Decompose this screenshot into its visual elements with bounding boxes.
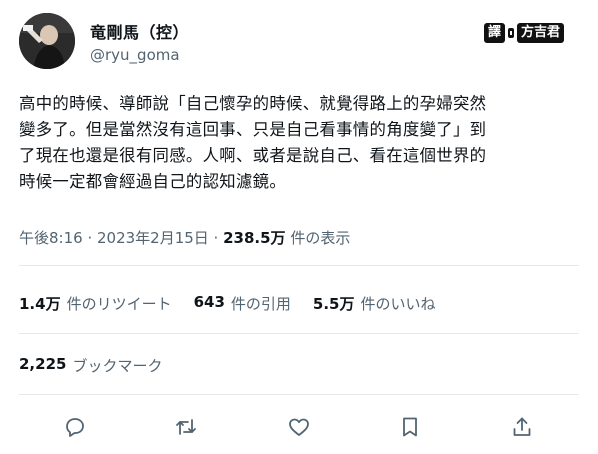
bookmarks-stat[interactable]: 2,225 ブックマーク	[19, 355, 162, 376]
likes-count: 5.5万	[312, 295, 355, 313]
like-button[interactable]	[286, 414, 312, 440]
tweet-timestamp[interactable]: 午後8:16 · 2023年2月15日 ·	[19, 229, 223, 247]
watermark-separator-icon	[508, 28, 515, 38]
author-handle[interactable]: @ryu_goma	[90, 46, 180, 64]
likes-stat[interactable]: 5.5万 件のいいね	[313, 293, 436, 314]
watermark-left-label: 譯	[484, 23, 506, 43]
avatar[interactable]	[19, 13, 75, 69]
bookmarks-label: ブックマーク	[72, 357, 163, 375]
watermark-right-label: 方吉君	[517, 23, 565, 43]
tweet-text-line: 變多了。但是當然沒有這回事、只是自己看事情的角度變了」到	[19, 120, 487, 139]
tweet-text-line: 了現在也還是很有同感。人啊、或者是說自己、看在這個世界的	[19, 146, 487, 165]
quotes-label: 件の引用	[230, 295, 291, 313]
avatar-photo-icon	[19, 13, 75, 69]
tweet-text-line: 高中的時候、導師說「自己懷孕的時候、就覺得路上的孕婦突然	[19, 94, 487, 113]
divider	[19, 265, 579, 266]
share-button[interactable]	[509, 414, 535, 440]
retweet-icon	[176, 419, 196, 435]
retweets-count: 1.4万	[19, 295, 61, 313]
tweet-text-line: 時候一定都會經過自己的認知濾鏡。	[19, 172, 287, 191]
reply-icon	[66, 418, 84, 437]
quotes-stat[interactable]: 643 件の引用	[194, 293, 291, 314]
share-icon	[513, 417, 531, 436]
bookmarks-count: 2,225	[19, 355, 67, 373]
author-display-name[interactable]: 竜剛馬（控）	[90, 19, 189, 43]
reply-button[interactable]	[62, 414, 88, 440]
engagement-stats: 1.4万 件のリツイート 643 件の引用 5.5万 件のいいね	[19, 293, 436, 314]
divider	[19, 394, 579, 395]
retweet-button[interactable]	[173, 414, 199, 440]
tweet-action-bar	[0, 404, 598, 448]
views-count[interactable]: 238.5万	[223, 229, 285, 247]
likes-label: 件のいいね	[360, 295, 436, 313]
tweet-text: 高中的時候、導師說「自己懷孕的時候、就覺得路上的孕婦突然 變多了。但是當然沒有這…	[19, 91, 584, 195]
retweets-label: 件のリツイート	[66, 295, 172, 313]
tweet-card: 竜剛馬（控） @ryu_goma 譯 方吉君 高中的時候、導師說「自己懷孕的時候…	[0, 0, 598, 454]
views-label: 件の表示	[285, 229, 351, 247]
heart-icon	[289, 418, 309, 436]
translator-watermark: 譯 方吉君	[484, 22, 565, 44]
divider	[19, 333, 579, 334]
bookmark-button[interactable]	[397, 414, 423, 440]
bookmark-icon	[403, 417, 417, 437]
retweets-stat[interactable]: 1.4万 件のリツイート	[19, 293, 172, 314]
tweet-meta: 午後8:16 · 2023年2月15日 · 238.5万 件の表示	[19, 227, 350, 248]
quotes-count: 643	[193, 293, 225, 311]
